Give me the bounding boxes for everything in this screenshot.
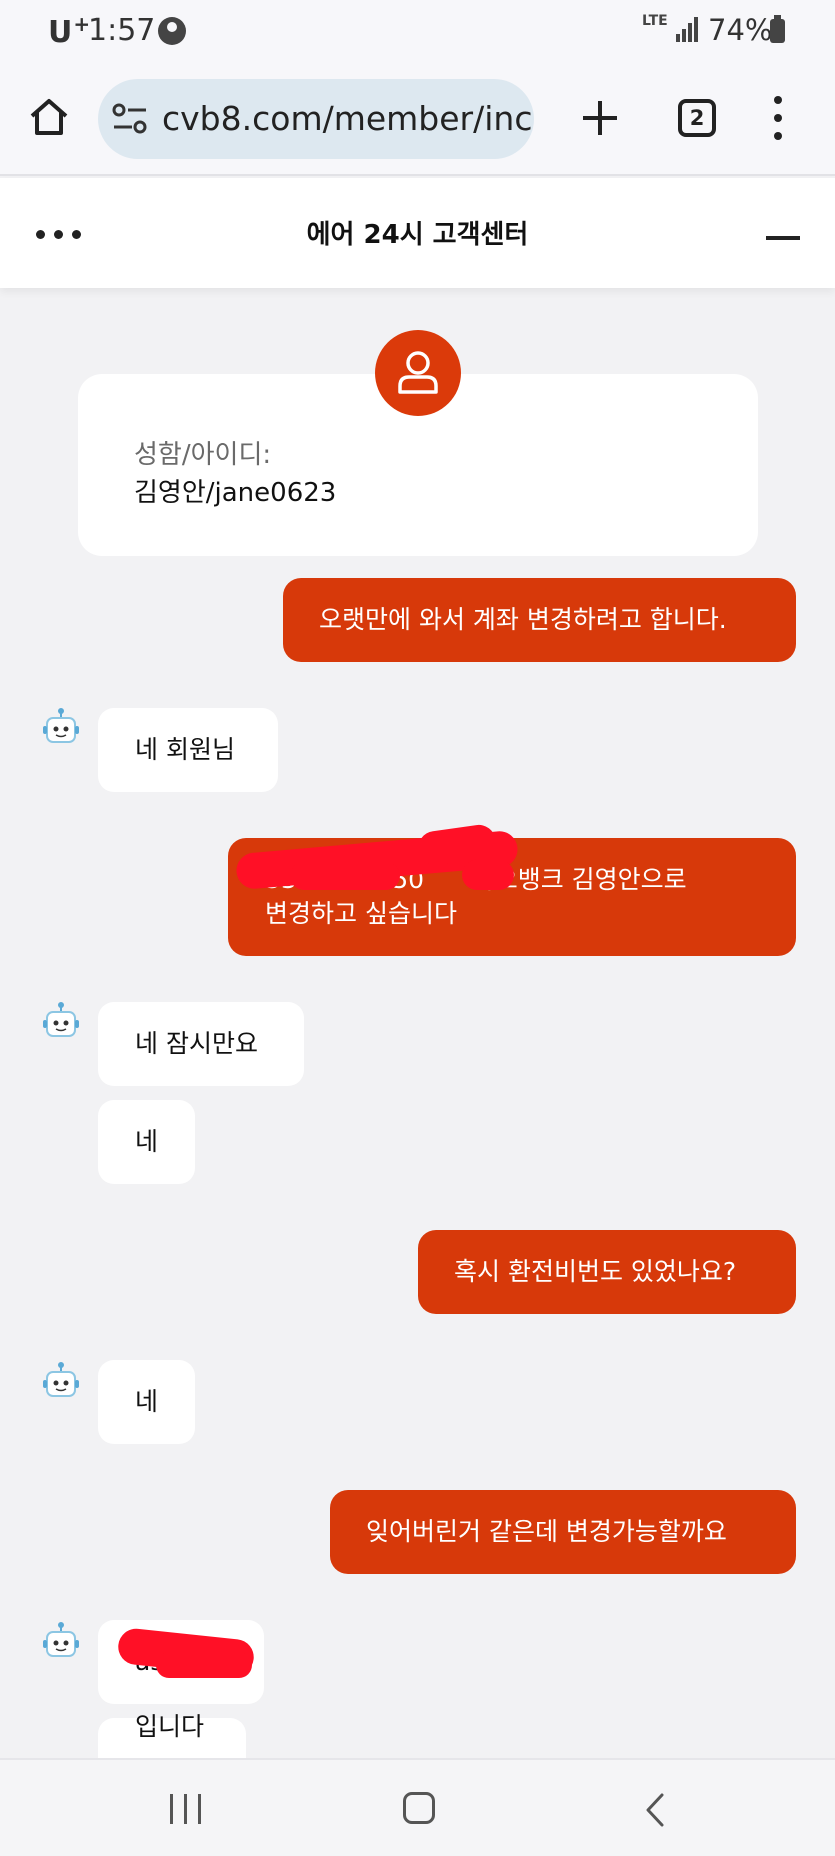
- new-tab-icon[interactable]: [580, 98, 620, 138]
- user-info-value: 김영안/jane0623: [134, 478, 337, 508]
- network-type: LTE: [642, 13, 668, 29]
- account-icon: [158, 17, 186, 45]
- message-text: 네 회원님: [135, 735, 235, 764]
- battery-icon: [770, 15, 785, 43]
- redaction-mark: [462, 860, 514, 890]
- more-menu-icon[interactable]: [770, 96, 786, 140]
- bot-message: 네: [98, 1360, 195, 1444]
- site-settings-icon[interactable]: [112, 103, 148, 135]
- user-avatar-icon: [375, 330, 461, 416]
- url-text: cvb8.com/member/inc: [162, 99, 533, 138]
- chat-title: 에어 24시 고객센터: [306, 220, 529, 250]
- carrier-label: U+: [48, 12, 92, 50]
- bot-avatar-icon: [43, 1622, 79, 1657]
- bot-message: 네 회원님: [98, 708, 278, 792]
- back-icon[interactable]: [640, 1792, 670, 1828]
- message-text: 혹시 환전비번도 있었나요?: [454, 1257, 737, 1286]
- chat-header: 에어 24시 고객센터: [0, 178, 835, 288]
- address-bar[interactable]: cvb8.com/member/inc: [98, 79, 534, 159]
- message-text: 입니다: [135, 1712, 205, 1741]
- home-icon[interactable]: [28, 96, 70, 138]
- message-text: 네: [135, 1387, 159, 1416]
- redaction-mark: [156, 1652, 252, 1678]
- message-text: 네: [135, 1127, 159, 1156]
- status-bar: U+ 1:57 LTE 74%: [0, 0, 835, 62]
- message-text: 오랫만에 와서 계좌 변경하려고 합니다.: [319, 605, 727, 634]
- message-text-line: 변경하고 싶습니다: [265, 899, 457, 928]
- bot-avatar-icon: [43, 1362, 79, 1397]
- browser-toolbar: cvb8.com/member/inc 2: [0, 62, 835, 176]
- battery-percent: 74%: [708, 13, 773, 47]
- bot-message: 네: [98, 1100, 195, 1184]
- bot-avatar-icon: [43, 708, 79, 743]
- recent-apps-icon[interactable]: [170, 1794, 202, 1826]
- message-text: 잊어버린거 같은데 변경가능할까요: [366, 1517, 727, 1546]
- clock: 1:57: [88, 13, 156, 48]
- user-message: 혹시 환전비번도 있었나요?: [418, 1230, 796, 1314]
- bot-avatar-icon: [43, 1002, 79, 1037]
- system-navigation-bar: [0, 1758, 835, 1856]
- tab-switcher-button[interactable]: 2: [678, 99, 716, 137]
- user-info-label: 성함/아이디:: [134, 440, 272, 470]
- message-text: 네 잠시만요: [135, 1029, 258, 1058]
- minimize-icon[interactable]: [764, 236, 802, 242]
- user-message: 잊어버린거 같은데 변경가능할까요: [330, 1490, 796, 1574]
- user-message: 오랫만에 와서 계좌 변경하려고 합니다.: [283, 578, 796, 662]
- home-button-icon[interactable]: [403, 1792, 435, 1824]
- redaction-mark: [290, 862, 400, 890]
- signal-icon: [676, 16, 700, 42]
- bot-message: 네 잠시만요: [98, 1002, 304, 1086]
